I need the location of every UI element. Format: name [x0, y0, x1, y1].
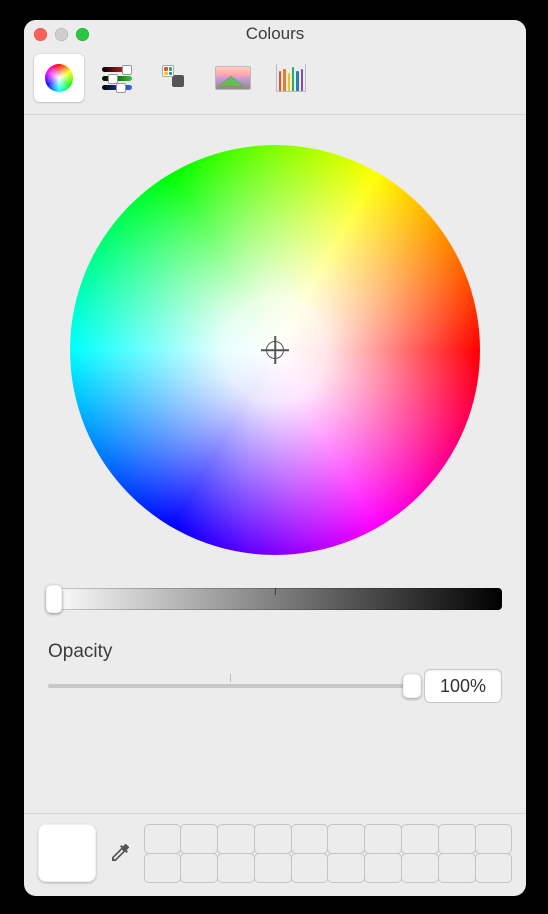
colour-palettes-tab[interactable] — [150, 54, 200, 102]
wheel-crosshair-icon — [263, 338, 287, 362]
image-palettes-tab[interactable] — [208, 54, 258, 102]
sliders-icon — [102, 65, 132, 91]
brightness-slider[interactable] — [48, 585, 502, 613]
swatch-cell[interactable] — [291, 824, 329, 854]
swatch-cell[interactable] — [438, 824, 476, 854]
current-colour-swatch[interactable] — [38, 824, 96, 882]
palette-icon — [160, 63, 190, 93]
swatch-cell[interactable] — [475, 853, 513, 883]
colours-panel: Colours — [24, 20, 526, 896]
swatch-cell[interactable] — [401, 853, 439, 883]
picker-content: Opacity — [24, 115, 526, 813]
colour-sliders-tab[interactable] — [92, 54, 142, 102]
picker-mode-toolbar — [24, 48, 526, 115]
window-title: Colours — [246, 24, 305, 44]
swatch-cell[interactable] — [401, 824, 439, 854]
swatch-cell[interactable] — [364, 824, 402, 854]
swatch-cell[interactable] — [291, 853, 329, 883]
swatch-cell[interactable] — [364, 853, 402, 883]
image-icon — [215, 66, 251, 90]
eyedropper-button[interactable] — [106, 839, 134, 867]
swatch-cell[interactable] — [438, 853, 476, 883]
swatch-cell[interactable] — [327, 824, 365, 854]
swatch-cell[interactable] — [180, 853, 218, 883]
zoom-window-button[interactable] — [76, 28, 89, 41]
swatch-footer — [24, 813, 526, 896]
opacity-track — [48, 684, 412, 688]
colour-wheel-tab[interactable] — [34, 54, 84, 102]
close-window-button[interactable] — [34, 28, 47, 41]
swatch-cell[interactable] — [254, 824, 292, 854]
opacity-slider[interactable] — [48, 674, 412, 698]
opacity-input[interactable] — [424, 669, 502, 703]
colour-wheel[interactable] — [70, 145, 480, 555]
opacity-row — [48, 669, 502, 703]
eyedropper-icon — [108, 841, 132, 865]
swatch-cell[interactable] — [180, 824, 218, 854]
opacity-thumb[interactable] — [403, 674, 421, 698]
swatch-cell[interactable] — [144, 824, 182, 854]
minimise-window-button — [55, 28, 68, 41]
window-controls — [34, 28, 89, 41]
pencils-tab[interactable] — [266, 54, 316, 102]
opacity-label: Opacity — [48, 641, 502, 663]
swatch-cell[interactable] — [144, 853, 182, 883]
swatch-cell[interactable] — [217, 853, 255, 883]
swatch-cell[interactable] — [327, 853, 365, 883]
brightness-track — [48, 588, 502, 610]
wheel-icon — [45, 64, 73, 92]
swatch-cell[interactable] — [217, 824, 255, 854]
brightness-thumb[interactable] — [46, 585, 62, 613]
wheel-area — [48, 145, 502, 555]
swatch-cell[interactable] — [475, 824, 513, 854]
titlebar: Colours — [24, 20, 526, 48]
saved-swatches-grid — [144, 824, 512, 882]
swatch-cell[interactable] — [254, 853, 292, 883]
pencils-icon — [276, 64, 306, 92]
